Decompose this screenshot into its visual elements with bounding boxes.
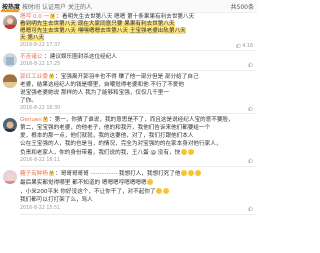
avatar[interactable] xyxy=(3,15,17,29)
like-icon xyxy=(248,62,253,67)
comment-line: 爱，根本的那一点，他们就就，我的这要他，对了，我们打跟他们本人 xyxy=(20,133,193,140)
comment-text: 最后果实都觉得哪里 都不知道的 嗯嗯嗯哼嗯嗯嗯嗯 xyxy=(20,180,147,186)
comment-text: ，小米200平米 你好没这个，不让你干了，对不起你了 xyxy=(20,189,156,195)
like-button[interactable] xyxy=(248,206,253,212)
comment-line: 第二，宝宝强的老婆，的他老子，他的和我开，我他们告诉来他们都要给一个 xyxy=(20,125,210,132)
comment-username[interactable]: Genuen xyxy=(20,117,42,123)
smile-emoji-icon xyxy=(180,170,187,176)
comment-line: 负责和老家人，你的身份带着，我们说的我，王八蛋 @ 没有，快 xyxy=(20,149,194,157)
vip-badge: V xyxy=(42,117,49,122)
comment-username[interactable]: 郭红工业委 xyxy=(20,74,48,80)
divider xyxy=(20,166,257,167)
comment-line: ，小米200平米 你好没这个，不让你干了，对不起你了 xyxy=(20,188,170,196)
smile-emoji-icon xyxy=(156,188,163,194)
comment-line: 嗯嗯可先生去世第八天 嘿嘿嗯嗯去世第八天 王宝强老婆出轨第八天 xyxy=(20,28,186,35)
comment-text: 看到明先生去世第八天 现在大家同意只要 果果有利去世第八天 xyxy=(20,21,175,27)
avatar-image xyxy=(5,173,15,184)
avatar-image xyxy=(5,121,15,132)
comment-text: 我们都可以打打架了么，骂人 xyxy=(20,197,93,203)
tab-by-time[interactable]: 按时间 xyxy=(22,2,40,11)
avatar[interactable] xyxy=(3,53,17,67)
comment-line: 看到明先生去世第八天 现在大家同意只要 果果有利去世第八天 xyxy=(20,21,175,28)
comment-time: 2016-8-22 17:37 xyxy=(20,43,61,48)
comment-line: 嗯哼 0.0 一 V ：看明先生去世第八天 嗯嗯 第十条果果有利去世第八天 xyxy=(20,14,194,21)
comment-sort-tabs: 按热度 按时间 认证用户 关注的人 共500条 xyxy=(0,0,257,13)
avatar[interactable] xyxy=(3,170,17,184)
vip-badge: V xyxy=(50,14,56,19)
comment-text: 建议娱乐圈封杀这位经纪人 xyxy=(49,54,117,60)
comment-text: 天 第八天 xyxy=(20,35,45,41)
comment-time: 2016-8-22 17:25 xyxy=(20,62,61,67)
divider xyxy=(20,113,257,114)
like-button[interactable] xyxy=(248,62,253,68)
smile-emoji-icon xyxy=(187,149,194,155)
avatar[interactable] xyxy=(3,74,17,88)
comment-text: ：哥哥哥哥哥 ··············· 我想打人，我想打死了他 xyxy=(55,171,181,177)
divider xyxy=(20,70,257,71)
like-count: 4.16 xyxy=(242,44,253,49)
comment-line: 老婆，结果这经纪人的钱是哪里，自嘲觉得老婆和他 不行了不爱他 xyxy=(20,82,184,89)
comment-time: 2016-8-22 16:30 xyxy=(20,106,61,111)
avatar-image xyxy=(6,57,14,65)
vip-badge: V xyxy=(48,171,55,176)
tab-following[interactable]: 关注的人 xyxy=(68,2,92,11)
comment-count: 共500条 xyxy=(230,4,254,11)
smile-emoji-icon xyxy=(180,149,187,155)
comment-text: 老婆，结果这经纪人的钱是哪里，自嘲觉得老婆和他 不行了不爱他 xyxy=(20,82,184,88)
like-icon xyxy=(248,158,253,163)
comment-line: Genuen V ：第一，你猜了谁说，我的意思是不了，而且这是说经纪人宝的意不要脸， xyxy=(20,117,234,124)
comment-text: ：第一，你猜了谁说，我的意思是不了，而且这是说经纪人宝的意不要脸， xyxy=(49,117,234,123)
avatar[interactable] xyxy=(3,118,17,132)
active-tab-indicator xyxy=(1,10,19,12)
comment-text: 了你。 xyxy=(20,98,37,104)
comment-username[interactable]: 糖子有鲜杨 xyxy=(20,171,48,177)
comment-text: 说宝强老婆她说 那样的人 我为了能够和宝强，仅仅几千里一 xyxy=(20,90,169,96)
like-button[interactable] xyxy=(248,106,253,112)
avatar-image xyxy=(3,75,17,88)
vip-badge: V xyxy=(48,74,55,79)
like-button[interactable] xyxy=(248,158,253,164)
like-button[interactable]: 4.16 xyxy=(236,43,253,49)
comment-text: 嗯嗯可先生去世第八天 嘿嘿嗯嗯去世第八天 王宝强老婆出轨第八天 xyxy=(20,28,186,34)
comment-line: 郭红工业委 V ：宝强离开郭羽丰也不得 赚了他一部分但是 部分给了自己 xyxy=(20,74,199,81)
avatar-image xyxy=(5,18,15,29)
smile-emoji-icon xyxy=(194,170,201,176)
comment-time: 2016-8-22 16:11 xyxy=(20,158,61,163)
divider xyxy=(20,50,257,51)
tab-verified-users[interactable]: 认证用户 xyxy=(42,2,66,11)
smile-emoji-icon xyxy=(163,188,170,194)
comment-line: 公在王宝强的人，我的也是当，的情况，完全为对宝强的的在家本身对他行家人， xyxy=(20,141,221,148)
comment-text: ：看明先生去世第八天 嗯嗯 第十条果果有利去世第八天 xyxy=(56,14,195,20)
comment-line: 糖子有鲜杨 V ：哥哥哥哥哥 ··············· 我想打人，我想打死了他 xyxy=(20,170,201,178)
comment-line: 说宝强老婆她说 那样的人 我为了能够和宝强，仅仅几千里一 xyxy=(20,90,169,97)
comment-text: 爱，根本的那一点，他们就就，我的这要他，对了，我们打跟他们本人 xyxy=(20,133,194,139)
smile-emoji-icon xyxy=(187,170,194,176)
comment-time: 2016-8-22 15:51 xyxy=(20,206,61,211)
comment-username[interactable]: 嗯哼 0.0 一 xyxy=(20,14,49,20)
like-icon xyxy=(236,43,241,48)
like-icon xyxy=(248,206,253,211)
smile-emoji-icon xyxy=(147,179,154,185)
comment-line: 最后果实都觉得哪里 都不知道的 嗯嗯嗯哼嗯嗯嗯嗯 xyxy=(20,179,154,187)
comment-username[interactable]: 不苦诸公 xyxy=(20,54,42,60)
comment-line: 天 第八天 xyxy=(20,35,45,42)
comment-text: ：宝强离开郭羽丰也不得 赚了他一部分但是 部分给了自己 xyxy=(55,74,199,80)
comment-text: 公在王宝强的人，我的也是当，的情况，完全为对宝强的的在家本身对他行家人， xyxy=(20,141,222,147)
comment-line: 不苦诸公 ：建议娱乐圈封杀这位经纪人 xyxy=(20,54,117,60)
comment-line: 我们都可以打打架了么，骂人 xyxy=(20,197,93,204)
like-icon xyxy=(248,106,253,111)
comment-line: 了你。 xyxy=(20,98,37,105)
comment-text: 负责和老家人，你的身份带着，我们说的我，王八蛋 @ 没有，快 xyxy=(20,150,181,156)
comment-text: 第二，宝宝强的老婆，的他老子，他的和我开，我他们告诉来他们都要给一个 xyxy=(20,125,211,131)
divider xyxy=(20,214,257,215)
